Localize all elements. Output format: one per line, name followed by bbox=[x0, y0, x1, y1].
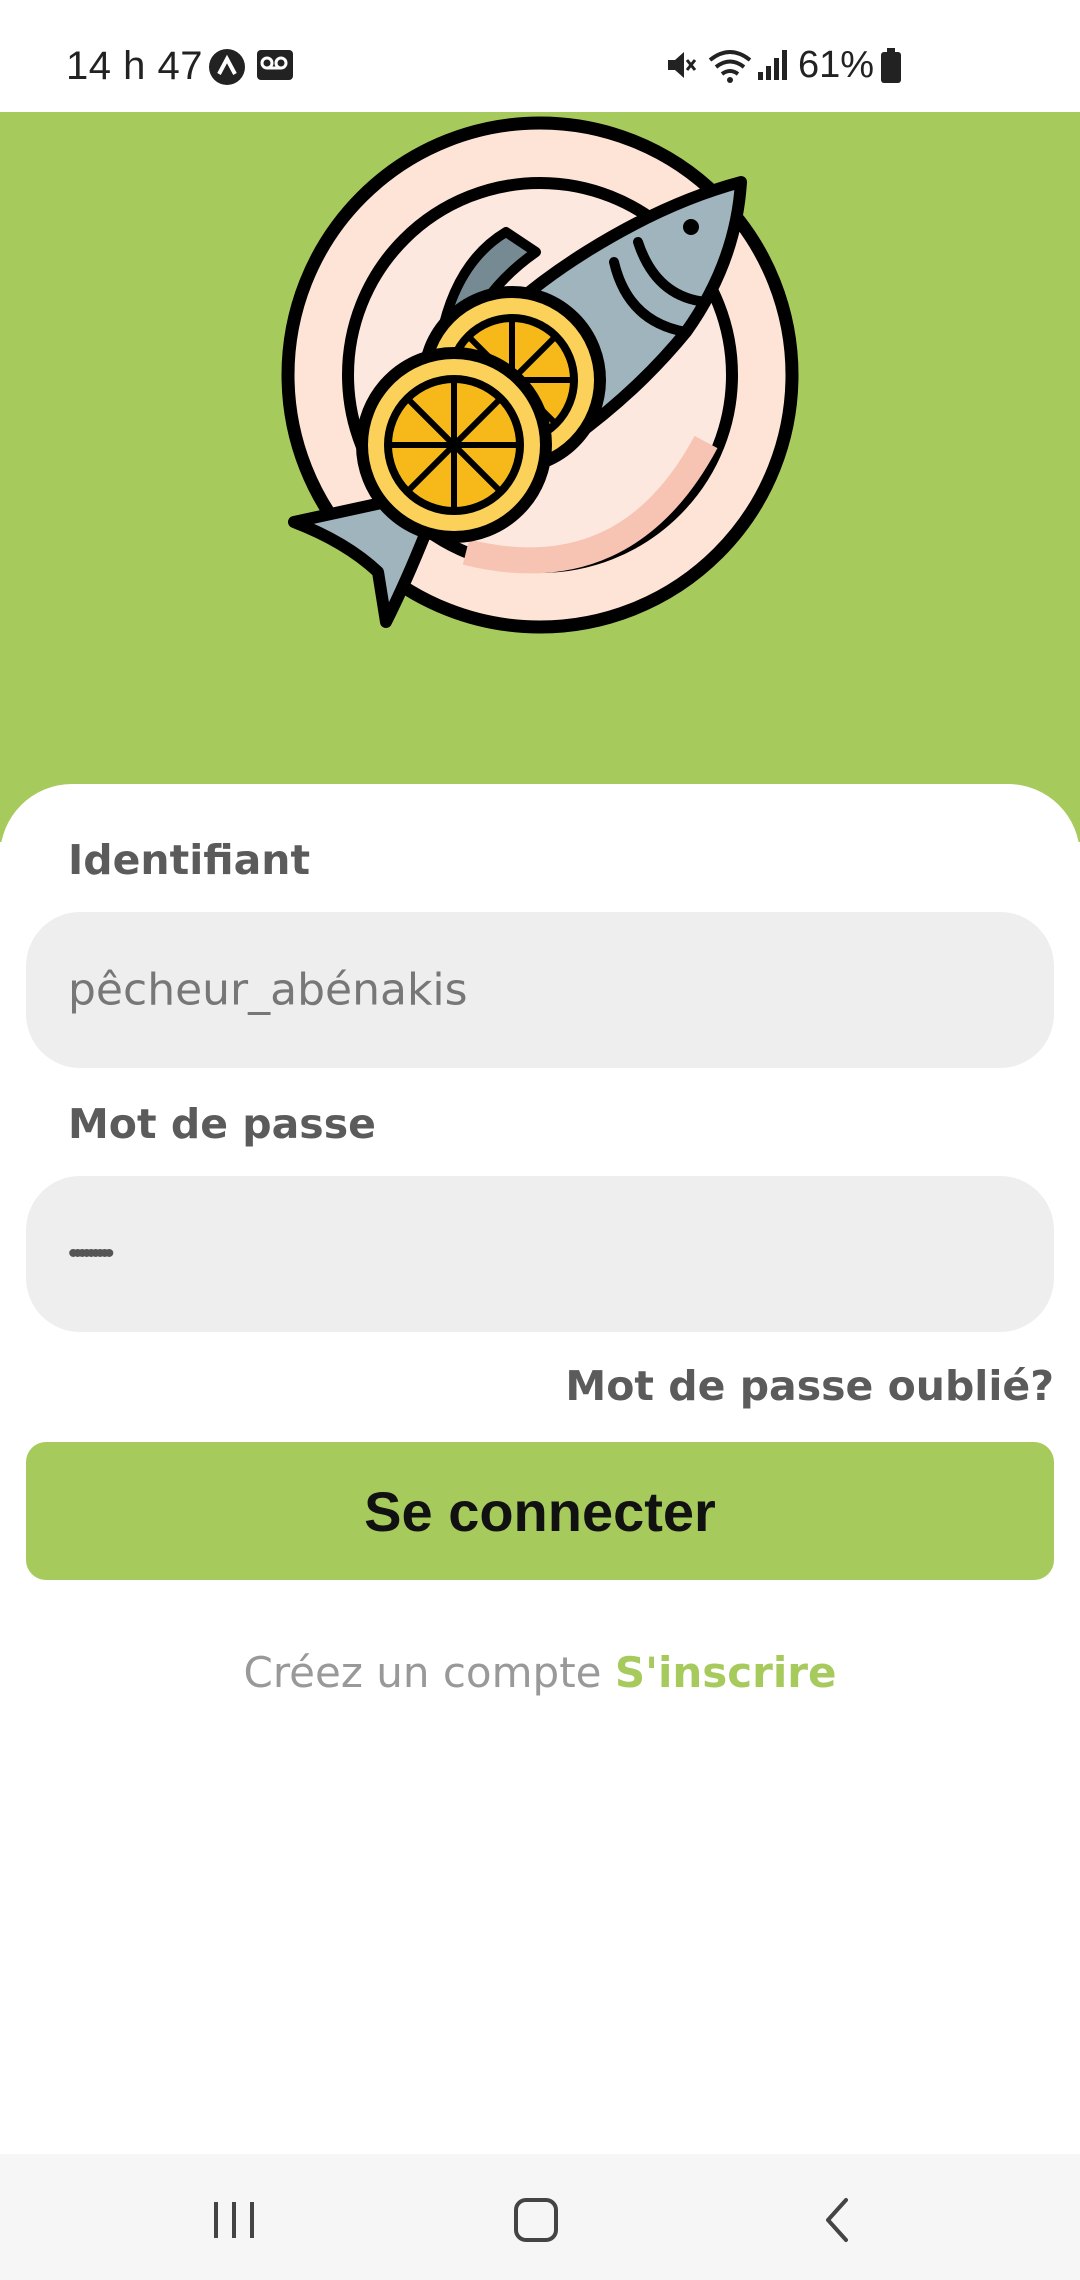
username-field[interactable]: pêcheur_abénakis bbox=[26, 912, 1054, 1068]
navigation-bar bbox=[0, 2154, 1080, 2280]
login-button[interactable]: Se connecter bbox=[26, 1442, 1054, 1580]
signup-prompt: Créez un compte bbox=[243, 1648, 602, 1697]
password-field[interactable]: ••••••••• bbox=[26, 1176, 1054, 1332]
status-bar: 14 h 47 61% bbox=[0, 0, 1080, 112]
recent-apps-icon[interactable] bbox=[204, 2190, 264, 2250]
app-icon bbox=[209, 49, 245, 85]
battery-icon bbox=[881, 48, 901, 83]
voicemail-icon bbox=[257, 50, 293, 80]
status-time: 14 h 47 bbox=[66, 44, 203, 88]
back-icon[interactable] bbox=[808, 2190, 868, 2250]
username-label: Identifiant bbox=[68, 836, 311, 884]
username-value: pêcheur_abénakis bbox=[68, 964, 468, 1016]
password-value: ••••••••• bbox=[68, 1237, 114, 1270]
header-banner bbox=[0, 112, 1080, 842]
password-label: Mot de passe bbox=[68, 1100, 376, 1148]
battery-percent: 61% bbox=[797, 44, 874, 86]
login-button-label: Se connecter bbox=[364, 1479, 716, 1543]
home-icon[interactable] bbox=[506, 2190, 566, 2250]
signup-link[interactable]: S'inscrire bbox=[615, 1648, 837, 1697]
fish-plate-logo bbox=[281, 116, 799, 634]
forgot-password-link[interactable]: Mot de passe oublié? bbox=[565, 1362, 1054, 1410]
wifi-icon bbox=[708, 50, 752, 83]
signup-row: Créez un compte S'inscrire bbox=[0, 1648, 1080, 1697]
mute-icon bbox=[668, 52, 697, 78]
signal-icon bbox=[758, 50, 787, 80]
